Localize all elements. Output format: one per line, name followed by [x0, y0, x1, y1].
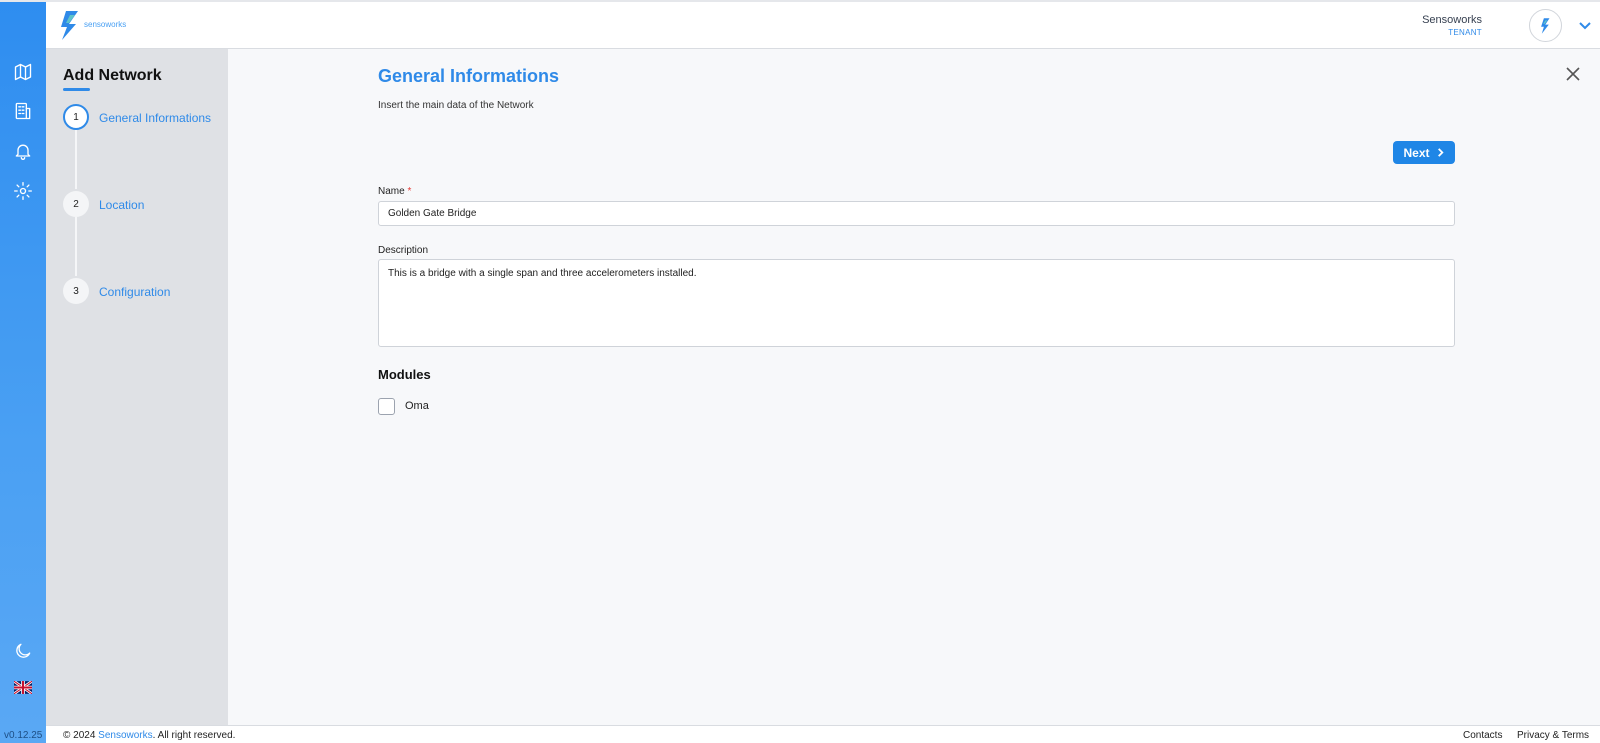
footer: © 2024 Sensoworks. All right reserved. C… — [46, 725, 1600, 743]
copyright-suffix: . All right reserved. — [152, 730, 236, 741]
section-subtitle: Insert the main data of the Network — [378, 100, 534, 111]
sensoworks-logo[interactable]: sensoworks — [58, 9, 126, 41]
building-icon[interactable] — [12, 100, 34, 122]
uk-flag-icon[interactable] — [12, 676, 34, 698]
logo-text: sensoworks — [84, 20, 127, 29]
module-oma-label[interactable]: Oma — [405, 400, 429, 412]
bell-icon[interactable] — [12, 140, 34, 162]
step-connector — [75, 217, 77, 276]
gear-icon[interactable] — [12, 180, 34, 202]
section-title: General Informations — [378, 66, 560, 86]
title-underline — [63, 88, 90, 91]
stepper-sidebar: Add Network 1 General Informations 2 Loc… — [46, 49, 228, 725]
app-header: sensoworks Sensoworks TENANT — [46, 2, 1600, 49]
step-1-number[interactable]: 1 — [63, 104, 89, 130]
name-field[interactable]: Golden Gate Bridge — [378, 201, 1455, 226]
next-button-label: Next — [1403, 145, 1430, 160]
description-field[interactable]: This is a bridge with a single span and … — [378, 259, 1455, 347]
moon-icon[interactable] — [12, 640, 34, 662]
privacy-terms-link[interactable]: Privacy & Terms — [1517, 730, 1589, 741]
step-2-number[interactable]: 2 — [63, 191, 89, 217]
module-oma-checkbox[interactable] — [378, 398, 395, 415]
copyright-prefix: © 2024 — [63, 730, 99, 741]
footer-copyright: © 2024 Sensoworks. All right reserved. — [63, 730, 235, 741]
left-rail: v0.12.25 — [0, 2, 46, 743]
sensoworks-link[interactable]: Sensoworks — [98, 730, 152, 741]
step-3-label[interactable]: Configuration — [99, 285, 170, 299]
name-label-text: Name — [378, 186, 405, 197]
chevron-down-icon[interactable] — [1578, 18, 1592, 32]
user-role: TENANT — [1448, 28, 1482, 37]
required-mark: * — [407, 186, 412, 197]
version-label: v0.12.25 — [4, 730, 43, 741]
user-name: Sensoworks — [1422, 14, 1482, 26]
step-1-label[interactable]: General Informations — [99, 111, 211, 125]
map-icon[interactable] — [12, 61, 34, 83]
step-2-label[interactable]: Location — [99, 198, 144, 212]
close-icon[interactable] — [1565, 66, 1583, 84]
step-3-number[interactable]: 3 — [63, 278, 89, 304]
step-connector — [75, 130, 77, 189]
chevron-right-icon — [1437, 148, 1444, 157]
modules-title: Modules — [378, 367, 431, 382]
name-label: Name * — [378, 186, 411, 197]
stepper-title: Add Network — [63, 67, 162, 84]
next-button[interactable]: Next — [1393, 141, 1455, 164]
contacts-link[interactable]: Contacts — [1463, 730, 1502, 741]
description-label: Description — [378, 245, 429, 256]
avatar[interactable] — [1529, 9, 1562, 42]
